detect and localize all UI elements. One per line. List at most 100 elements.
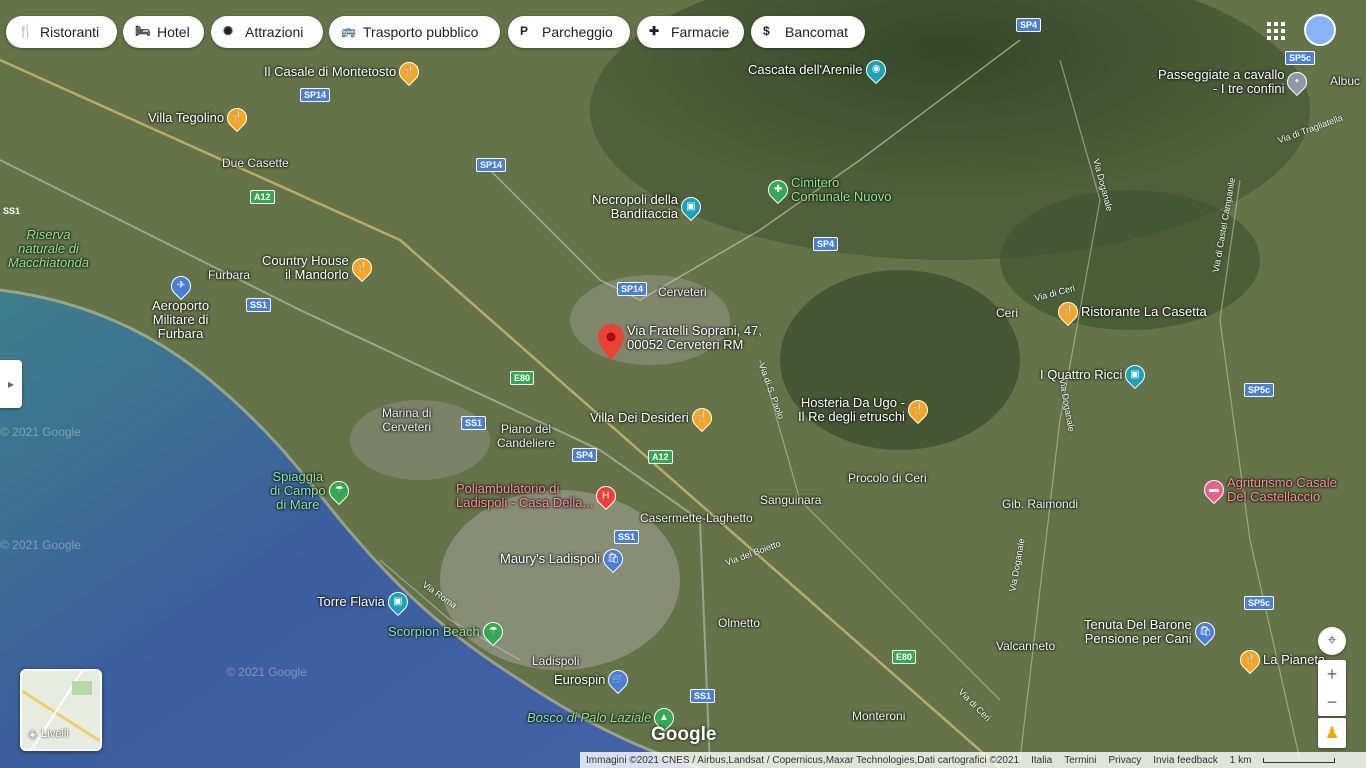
- poi-label: Villa Dei Desideri: [590, 410, 689, 425]
- poi-hosteria[interactable]: Hosteria Da Ugo - Il Re degli etruschi 🍴: [798, 395, 933, 425]
- place-marina[interactable]: Marina di Cerveteri: [382, 406, 431, 434]
- poi-label: Torre Flavia: [317, 594, 385, 609]
- place-casermette[interactable]: Casermette-Laghetto: [640, 511, 753, 525]
- zoom-in-button[interactable]: +: [1327, 660, 1338, 688]
- place-ceri[interactable]: Ceri: [996, 306, 1018, 320]
- restaurant-icon: 🍴: [18, 24, 33, 38]
- place-label: Gib. Raimondi: [1002, 497, 1079, 511]
- chip-parcheggio[interactable]: P Parcheggio: [508, 16, 630, 48]
- place-label: Monteroni: [852, 709, 906, 723]
- google-logo: Google: [651, 724, 717, 745]
- place-label: Olmetto: [718, 616, 761, 630]
- place-olmetto[interactable]: Olmetto: [718, 616, 760, 630]
- terms-link[interactable]: Termini: [1064, 755, 1096, 766]
- poi-cimitero[interactable]: ✚ Cimitero Comunale Nuovo: [763, 176, 891, 205]
- poi-passeggiate[interactable]: Passeggiate a cavallo - I tre confini •: [1158, 68, 1312, 97]
- place-label: Cerveteri: [658, 285, 707, 299]
- poi-necropoli[interactable]: Necropoli della Banditaccia ▣: [592, 193, 706, 222]
- place-albuc[interactable]: Albuc: [1330, 74, 1360, 88]
- transit-icon: 🚌: [341, 24, 356, 38]
- poi-label: Il Casale di Montetosto: [264, 64, 397, 79]
- camera-icon: ◉: [861, 55, 890, 85]
- poi-tegolino[interactable]: Villa Tegolino 🍴: [148, 103, 252, 133]
- chip-label: Parcheggio: [542, 24, 613, 40]
- zoom-out-button[interactable]: −: [1327, 688, 1338, 716]
- road-shield: SP14: [300, 88, 331, 102]
- country-link[interactable]: Italia: [1031, 755, 1052, 766]
- place-cerveteri[interactable]: Cerveteri: [658, 285, 707, 299]
- place-valcanneto[interactable]: Valcanneto: [996, 639, 1055, 653]
- poi-label: Cascata dell'Arenile: [748, 62, 863, 77]
- chip-attrazioni[interactable]: ✺ Attrazioni: [211, 16, 323, 48]
- place-label: Albuc: [1330, 74, 1361, 88]
- poi-tenuta[interactable]: Tenuta Del Barone Pensione per Cani 🛍: [1084, 617, 1219, 647]
- poi-casetta[interactable]: 🍴 Ristorante La Casetta: [1053, 297, 1207, 327]
- map-pin-icon: [598, 324, 624, 360]
- pegman-icon: ♟: [1324, 725, 1340, 742]
- crosshair-icon: ⌖: [1327, 632, 1337, 649]
- road-shield: SS1: [3, 206, 21, 216]
- atm-icon: $: [763, 24, 770, 38]
- scale-label[interactable]: 1 km: [1230, 755, 1252, 766]
- poi-cascata[interactable]: Cascata dell'Arenile ◉: [748, 55, 890, 85]
- poi-label: Ristorante La Casetta: [1081, 304, 1207, 319]
- poi-aeroporto[interactable]: ✈ Aeroporto Militare di Furbara: [152, 271, 210, 341]
- road-shield: SP4: [813, 237, 839, 251]
- poi-spiaggia[interactable]: Spiaggia di Campo di Mare ☂: [270, 470, 353, 512]
- pegman-button[interactable]: ♟: [1318, 718, 1346, 748]
- poi-eurospin[interactable]: Eurospin 🛒: [554, 665, 633, 695]
- place-label: Casermette-Laghetto: [640, 511, 753, 525]
- poi-label: Aeroporto Militare di Furbara: [152, 298, 210, 341]
- chip-trasporto-pubblico[interactable]: 🚌 Trasporto pubblico: [329, 16, 500, 48]
- avatar[interactable]: [1304, 14, 1336, 46]
- poi-label: Tenuta Del Barone Pensione per Cani: [1084, 617, 1192, 646]
- place-procolo[interactable]: Procolo di Ceri: [848, 471, 927, 485]
- place-monteroni[interactable]: Monteroni: [852, 709, 905, 723]
- road-shield: SP4: [1016, 18, 1042, 32]
- place-label: Ceri: [996, 306, 1019, 320]
- chip-farmacie[interactable]: ✚ Farmacie: [637, 16, 744, 48]
- place-label: Piano del Candeliere: [497, 422, 556, 450]
- poi-maurys[interactable]: Maury's Ladispoli 🛍: [500, 544, 628, 574]
- my-location-button[interactable]: ⌖: [1318, 627, 1346, 655]
- poi-quattro-ricci[interactable]: I Quattro Ricci ▣: [1040, 360, 1150, 390]
- watermark-2: © 2021 Google: [226, 665, 307, 679]
- road-shield: SP5c: [1244, 383, 1275, 397]
- poi-label: Eurospin: [554, 672, 606, 687]
- place-raimondi[interactable]: Gib. Raimondi: [1002, 497, 1078, 511]
- shopping-icon: 🛍: [598, 544, 628, 574]
- poi-poliambulatorio[interactable]: Poliambulatorio di Ladispoli - Casa Dell…: [456, 482, 621, 511]
- chip-label: Attrazioni: [245, 24, 304, 40]
- poi-scorpion[interactable]: Scorpion Beach ☂: [388, 617, 507, 647]
- poi-agriturismo[interactable]: ▬ Agriturismo Casale Del Castellaccio: [1199, 476, 1337, 505]
- scale-bar: [1263, 757, 1336, 763]
- place-label: Marina di Cerveteri: [382, 406, 432, 434]
- expand-panel-button[interactable]: ▸: [0, 360, 22, 408]
- poi-pianeta[interactable]: 🍴 La Pianeta: [1235, 645, 1325, 675]
- privacy-link[interactable]: Privacy: [1108, 755, 1141, 766]
- poi-label: I Quattro Ricci: [1040, 367, 1123, 382]
- place-due-casette[interactable]: Due Casette: [222, 156, 289, 170]
- chip-bancomat[interactable]: $ Bancomat: [751, 16, 865, 48]
- poi-desideri[interactable]: Villa Dei Desideri 🍴: [590, 403, 716, 433]
- museum-icon: ▣: [1121, 360, 1150, 390]
- layers-button[interactable]: ◈ Livelli: [20, 669, 102, 751]
- road-shield: SP14: [476, 158, 507, 172]
- chip-hotel[interactable]: 🛏 Hotel: [123, 16, 204, 48]
- restaurant-icon: 🍴: [395, 57, 424, 87]
- apps-grid-icon[interactable]: [1266, 21, 1286, 41]
- selected-location-marker[interactable]: Via Fratelli Soprani, 47, 00052 Cerveter…: [598, 324, 762, 360]
- poi-country[interactable]: Country House il Mandorlo 🍴: [262, 254, 376, 283]
- poi-label: Hosteria Da Ugo - Il Re degli etruschi: [798, 395, 905, 424]
- restaurant-icon: 🍴: [347, 253, 376, 283]
- place-sanguinara[interactable]: Sanguinara: [760, 493, 821, 507]
- place-furbara[interactable]: Furbara: [208, 268, 250, 282]
- chip-ristoranti[interactable]: 🍴 Ristoranti: [6, 16, 117, 48]
- place-piano[interactable]: Piano del Candeliere: [497, 422, 555, 450]
- feedback-link[interactable]: Invia feedback: [1153, 755, 1218, 766]
- place-riserva[interactable]: Riserva naturale di Macchiatonda: [8, 228, 89, 270]
- poi-torre[interactable]: Torre Flavia ▣: [317, 587, 413, 617]
- road-shield: E80: [892, 650, 917, 664]
- poi-casale[interactable]: Il Casale di Montetosto 🍴: [264, 57, 424, 87]
- place-ladispoli[interactable]: Ladispoli: [532, 654, 579, 668]
